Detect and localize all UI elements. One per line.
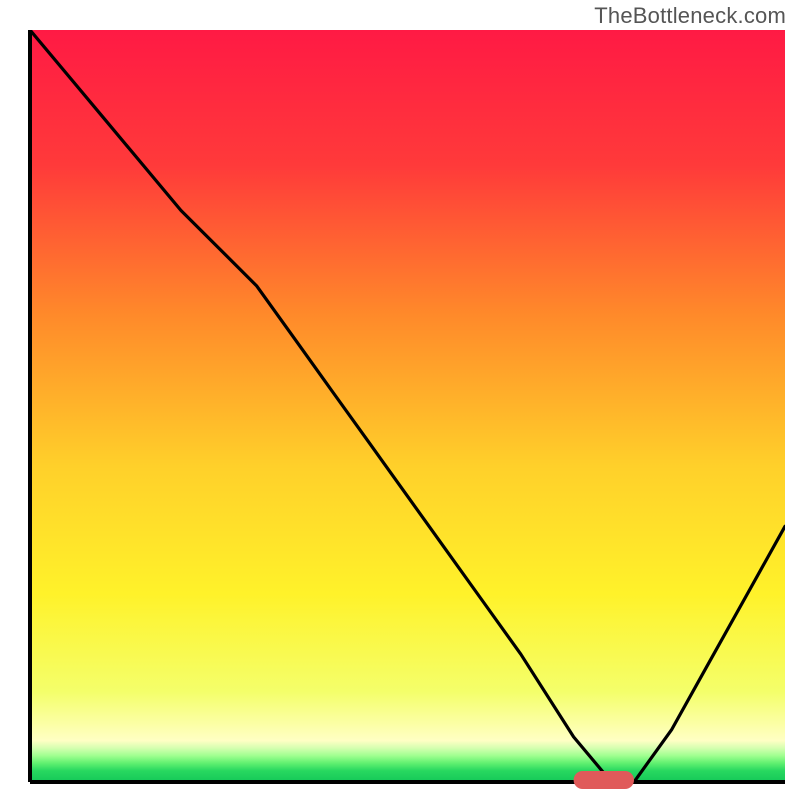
- plot-background: [30, 30, 785, 782]
- watermark-text: TheBottleneck.com: [594, 3, 786, 29]
- chart-container: TheBottleneck.com: [0, 0, 800, 800]
- optimum-marker: [574, 771, 634, 789]
- chart-svg: [0, 0, 800, 800]
